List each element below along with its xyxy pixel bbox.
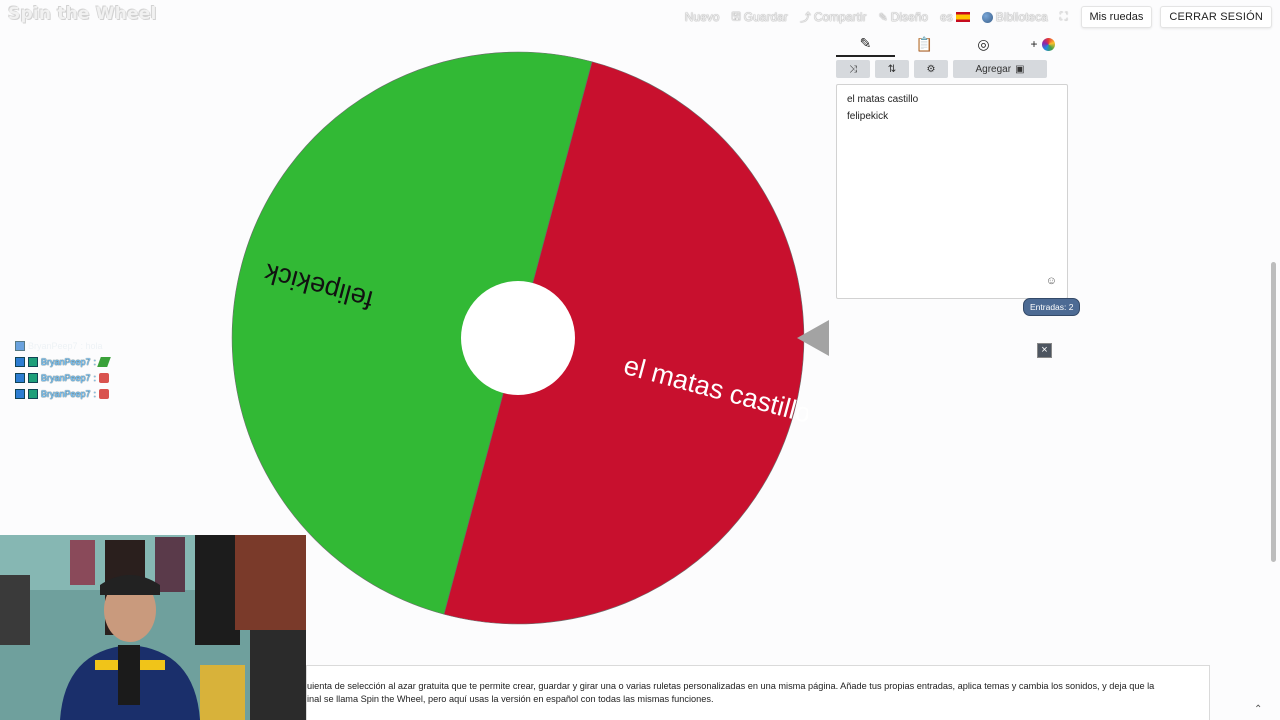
gear-icon: ⚙: [926, 63, 936, 75]
shuffle-icon: ⤨: [849, 63, 857, 75]
nav-design-label: Diseño: [890, 10, 929, 24]
moderator-badge-icon: [15, 357, 25, 367]
chevron-up-icon[interactable]: ⌃: [1254, 704, 1262, 715]
editor-toolbar: ⤨ ⇅ ⚙ Agregar ▣: [836, 60, 1072, 78]
editor-tabs: ✎ 📋 ◎ +: [836, 31, 1072, 57]
app-logo[interactable]: Spin the Wheel: [8, 4, 156, 24]
entry-line: felipekick: [847, 111, 889, 122]
chat-text: :: [93, 373, 97, 383]
chat-message: BryanPeep7 :: [15, 370, 110, 386]
logout-button[interactable]: CERRAR SESIÓN: [1160, 6, 1272, 28]
brush-icon: ✎: [878, 11, 888, 24]
sort-button[interactable]: ⇅: [875, 60, 909, 78]
nav-design[interactable]: ✎ Diseño: [874, 7, 934, 27]
entries-count-badge: Entradas: 2: [1023, 298, 1081, 316]
close-icon[interactable]: ×: [1037, 343, 1052, 358]
eye-slash-icon: ◎: [977, 35, 990, 52]
chat-text: :: [93, 357, 97, 367]
tab-edit[interactable]: ✎: [836, 31, 895, 57]
tab-hide[interactable]: ◎: [954, 32, 1013, 56]
chat-username: BryanPeep7: [28, 341, 78, 351]
webcam-overlay: [0, 535, 306, 720]
tab-add-theme[interactable]: +: [1013, 32, 1072, 56]
nav-save-label: Guardar: [743, 10, 788, 24]
add-image-button[interactable]: Agregar ▣: [953, 60, 1047, 78]
chat-message: BryanPeep7 : hola: [15, 338, 109, 354]
subscriber-badge-icon: [28, 373, 38, 383]
emoji-icon[interactable]: ☺: [1046, 273, 1057, 290]
chat-username: BryanPeep7: [41, 373, 91, 383]
nav-language-label: es: [940, 10, 953, 24]
spin-wheel[interactable]: el matas castillofelipekick: [228, 48, 808, 628]
nav-language[interactable]: es: [935, 7, 975, 27]
stream-chat-overlay: BryanPeep7 : hola BryanPeep7 : BryanPeep…: [15, 338, 111, 402]
thumbs-up-emoji-icon: [99, 389, 110, 399]
color-wheel-icon: [1041, 37, 1055, 51]
thumbs-up-emoji-icon: [99, 373, 110, 383]
description-text: uienta de selección al azar gratuita que…: [307, 681, 1155, 691]
description-text: inal se llama Spin the Wheel, pero aquí …: [307, 694, 714, 704]
chat-text: :: [93, 389, 97, 399]
sort-icon: ⇅: [887, 63, 897, 75]
moderator-badge-icon: [15, 373, 25, 383]
entry-line: el matas castillo: [847, 94, 919, 105]
flag-spain-icon: [955, 12, 970, 22]
nav-library-label: Biblioteca: [995, 10, 1048, 24]
subscriber-badge-icon: [28, 389, 38, 399]
entries-editor: ✎ 📋 ◎ + ⤨ ⇅ ⚙ Agregar ▣ el matas castill…: [836, 32, 1072, 299]
top-navigation: Nuevo 🖫 Guardar ⤴ Compartir ✎ Diseño es Bib…: [680, 6, 1272, 28]
entries-textarea[interactable]: el matas castillo felipekick ☺: [836, 84, 1068, 299]
page-scrollbar[interactable]: [1271, 262, 1276, 562]
wheel-pointer-icon: [797, 320, 829, 356]
moderator-badge-icon: [15, 341, 25, 351]
description-panel: uienta de selección al azar gratuita que…: [306, 665, 1210, 720]
nav-save[interactable]: 🖫 Guardar: [726, 7, 792, 27]
fullscreen-button[interactable]: ⛶: [1055, 7, 1073, 27]
nav-new-label: Nuevo: [684, 10, 720, 24]
pencil-icon: ✎: [859, 34, 872, 51]
chat-text: : hola: [80, 341, 103, 351]
chat-username: BryanPeep7: [41, 357, 91, 367]
wheel-hub[interactable]: [461, 281, 575, 395]
my-wheels-button[interactable]: Mis ruedas: [1080, 6, 1153, 28]
nav-share[interactable]: ⤴ Compartir: [795, 7, 872, 27]
globe-icon: [981, 11, 993, 23]
share-icon: ⤴: [799, 12, 811, 24]
settings-button[interactable]: ⚙: [914, 60, 948, 78]
fullscreen-icon: ⛶: [1059, 10, 1068, 23]
moderator-badge-icon: [15, 389, 25, 399]
add-image-label: Agregar: [975, 63, 1012, 75]
chat-username: BryanPeep7: [41, 389, 91, 399]
nav-library[interactable]: Biblioteca: [977, 7, 1053, 27]
gun-emoji-icon: [97, 357, 111, 367]
save-icon: 🖫: [731, 10, 741, 23]
clipboard-icon: 📋: [915, 35, 934, 52]
tab-results[interactable]: 📋: [895, 32, 954, 56]
webcam-video: [0, 535, 306, 720]
plus-icon: +: [1030, 37, 1038, 51]
chat-message: BryanPeep7 :: [15, 354, 111, 370]
shuffle-button[interactable]: ⤨: [836, 60, 870, 78]
nav-new[interactable]: Nuevo: [680, 7, 725, 27]
chat-message: BryanPeep7 :: [15, 386, 110, 402]
subscriber-badge-icon: [28, 357, 38, 367]
image-icon: ▣: [1015, 63, 1025, 75]
nav-share-label: Compartir: [813, 10, 867, 24]
